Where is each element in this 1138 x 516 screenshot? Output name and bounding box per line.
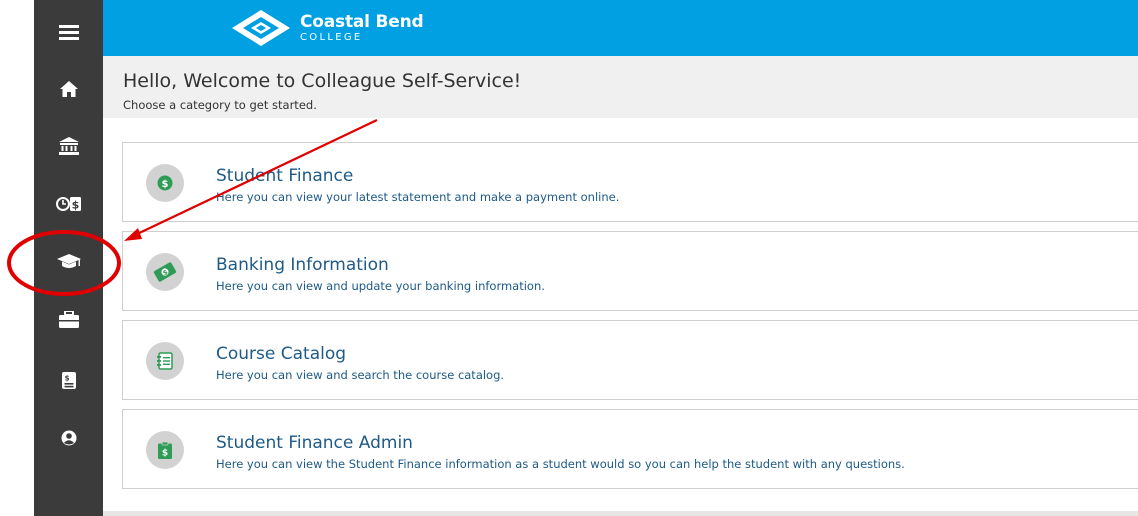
sidebar-item-academics[interactable] xyxy=(34,238,103,284)
header-bar: Coastal Bend COLLEGE xyxy=(103,0,1138,56)
finance-icon: $ xyxy=(55,197,81,212)
logo-name: Coastal Bend xyxy=(300,11,424,32)
card-description: Here you can view and search the course … xyxy=(216,368,505,382)
card-icon-circle xyxy=(146,342,184,380)
college-logo[interactable]: Coastal Bend COLLEGE xyxy=(230,2,424,54)
money-icon: $ xyxy=(153,262,177,282)
briefcase-icon xyxy=(58,310,79,328)
welcome-banner: Hello, Welcome to Colleague Self-Service… xyxy=(103,56,1138,118)
document-icon: $ xyxy=(61,371,76,389)
card-description: Here you can view the Student Finance in… xyxy=(216,457,905,471)
card-title[interactable]: Banking Information xyxy=(216,255,389,275)
menu-icon xyxy=(58,25,79,40)
card-icon-circle: $ xyxy=(146,253,184,291)
page-title: Hello, Welcome to Colleague Self-Service… xyxy=(123,70,522,92)
logo-subtitle: COLLEGE xyxy=(300,31,363,43)
card-banking-information[interactable]: $ Banking Information Here you can view … xyxy=(122,231,1138,311)
card-student-finance-admin[interactable]: $ Student Finance Admin Here you can vie… xyxy=(122,409,1138,489)
card-description: Here you can view and update your bankin… xyxy=(216,279,545,293)
logo-diamond-icon xyxy=(232,10,290,46)
card-icon-circle: $ xyxy=(146,164,184,202)
card-student-finance[interactable]: $ Student Finance Here you can view your… xyxy=(122,142,1138,222)
bottom-divider xyxy=(103,511,1138,516)
sidebar-nav: $ $ xyxy=(34,0,103,516)
svg-text:$: $ xyxy=(162,179,169,190)
card-title[interactable]: Course Catalog xyxy=(216,344,346,364)
menu-button[interactable] xyxy=(34,9,103,55)
card-title[interactable]: Student Finance Admin xyxy=(216,433,413,453)
card-description: Here you can view your latest statement … xyxy=(216,190,620,204)
svg-text:$: $ xyxy=(162,448,168,458)
page: $ $ Coastal Bend COLLEGE Hello, Welcome … xyxy=(0,0,1138,516)
sidebar-item-profile[interactable] xyxy=(34,415,103,461)
home-icon xyxy=(59,81,78,97)
card-title[interactable]: Student Finance xyxy=(216,166,353,186)
bank-icon xyxy=(58,137,79,155)
page-subtitle: Choose a category to get started. xyxy=(123,98,317,112)
dollar-coin-icon: $ xyxy=(157,175,173,191)
sidebar-item-home[interactable] xyxy=(34,66,103,112)
card-icon-circle: $ xyxy=(146,431,184,469)
sidebar-item-finance[interactable]: $ xyxy=(34,181,103,227)
graduation-cap-icon xyxy=(56,254,81,268)
svg-text:$: $ xyxy=(71,199,79,212)
sidebar-item-employment[interactable] xyxy=(34,296,103,342)
sidebar-item-tax-forms[interactable]: $ xyxy=(34,357,103,403)
user-icon xyxy=(61,430,76,446)
card-course-catalog[interactable]: Course Catalog Here you can view and sea… xyxy=(122,320,1138,400)
catalog-book-icon xyxy=(157,352,173,370)
svg-text:$: $ xyxy=(64,374,69,382)
left-margin xyxy=(0,0,34,516)
sidebar-item-banking[interactable] xyxy=(34,123,103,169)
finance-admin-icon: $ xyxy=(158,441,172,459)
